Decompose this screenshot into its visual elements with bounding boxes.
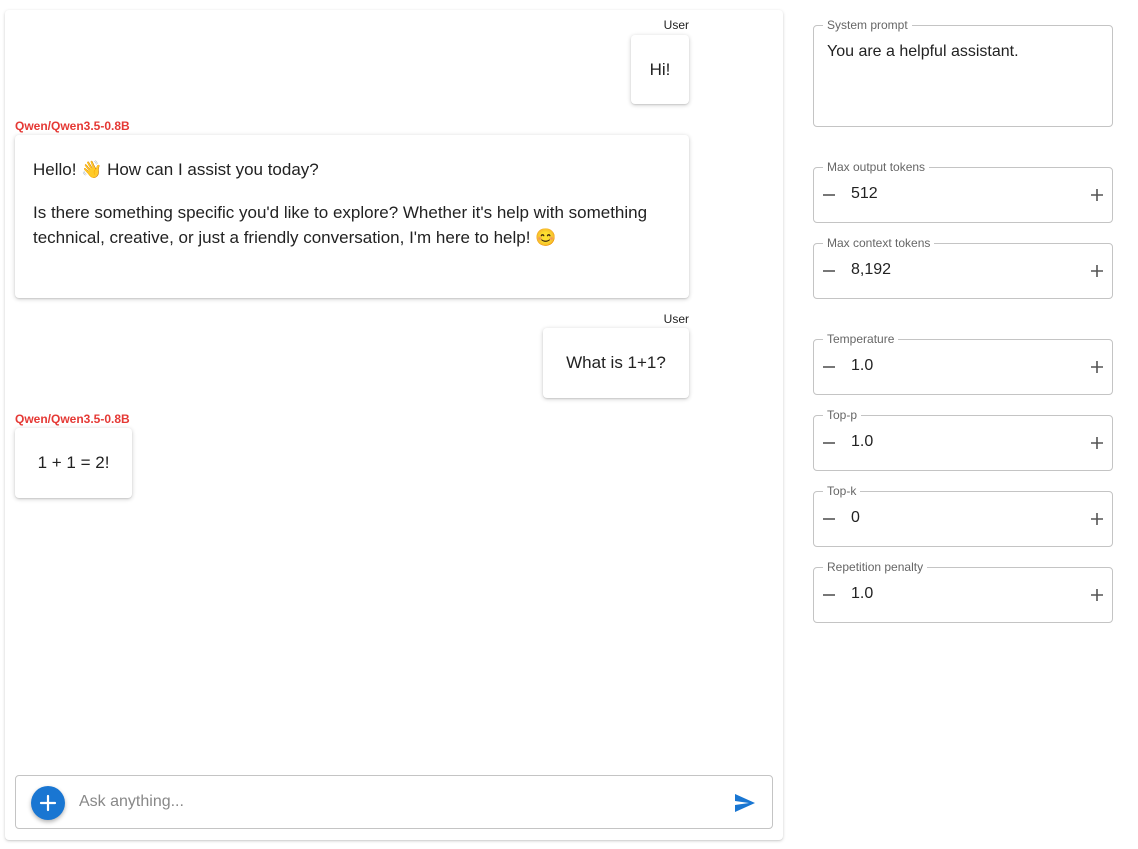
system-prompt-label: System prompt — [823, 18, 912, 32]
add-attachment-button[interactable] — [31, 786, 65, 820]
plus-icon[interactable] — [1085, 583, 1109, 607]
minus-icon[interactable] — [817, 259, 841, 283]
message-text: 1 + 1 = 2! — [37, 453, 110, 472]
plus-icon[interactable] — [1085, 183, 1109, 207]
plus-icon[interactable] — [1085, 355, 1109, 379]
field-value: 512 — [851, 185, 878, 202]
minus-icon[interactable] — [817, 431, 841, 455]
field-label: Repetition penalty — [823, 560, 928, 574]
field-label: Top-p — [823, 408, 862, 422]
temperature-field[interactable]: Temperature 1.0 — [813, 332, 1113, 395]
message-text: Hi! — [649, 60, 671, 79]
chat-input-bar — [15, 775, 773, 829]
field-value: 1.0 — [851, 433, 874, 450]
max-output-tokens-field[interactable]: Max output tokens 512 — [813, 160, 1113, 223]
top-k-field[interactable]: Top-k 0 — [813, 484, 1113, 547]
user-message: Hi! — [631, 35, 689, 104]
plus-icon[interactable] — [1085, 507, 1109, 531]
send-icon — [735, 794, 755, 812]
field-label: Max context tokens — [823, 236, 935, 250]
field-label: Max output tokens — [823, 160, 930, 174]
field-label: Top-k — [823, 484, 861, 498]
plus-icon[interactable] — [1085, 259, 1109, 283]
send-button[interactable] — [732, 790, 758, 816]
message-text: What is 1+1? — [566, 353, 666, 372]
system-prompt-value: You are a helpful assistant. — [827, 43, 1019, 60]
field-value: 1.0 — [851, 585, 874, 602]
plus-icon[interactable] — [1085, 431, 1109, 455]
assistant-message: Hello! 👋 How can I assist you today? Is … — [15, 135, 689, 298]
field-label: Temperature — [823, 332, 899, 346]
message-sender: User — [663, 312, 689, 326]
max-context-tokens-field[interactable]: Max context tokens 8,192 — [813, 236, 1113, 299]
minus-icon[interactable] — [817, 507, 841, 531]
message-sender: Qwen/Qwen3.5-0.8B — [15, 119, 130, 133]
message-text: Hello! 👋 How can I assist you today? — [33, 160, 319, 179]
minus-icon[interactable] — [817, 183, 841, 207]
chat-input[interactable] — [79, 776, 719, 828]
assistant-message: 1 + 1 = 2! — [15, 428, 132, 498]
message-text: Is there something specific you'd like t… — [33, 203, 648, 247]
plus-icon — [39, 794, 57, 812]
minus-icon[interactable] — [817, 355, 841, 379]
message-sender: User — [663, 18, 689, 32]
message-sender: Qwen/Qwen3.5-0.8B — [15, 412, 130, 426]
repetition-penalty-field[interactable]: Repetition penalty 1.0 — [813, 560, 1113, 623]
system-prompt-field[interactable]: System prompt You are a helpful assistan… — [813, 18, 1113, 127]
field-value: 0 — [851, 509, 860, 526]
chat-panel: User Hi! Qwen/Qwen3.5-0.8B Hello! 👋 How … — [5, 10, 783, 840]
field-value: 8,192 — [851, 261, 892, 278]
top-p-field[interactable]: Top-p 1.0 — [813, 408, 1113, 471]
user-message: What is 1+1? — [543, 328, 689, 398]
minus-icon[interactable] — [817, 583, 841, 607]
field-value: 1.0 — [851, 357, 874, 374]
